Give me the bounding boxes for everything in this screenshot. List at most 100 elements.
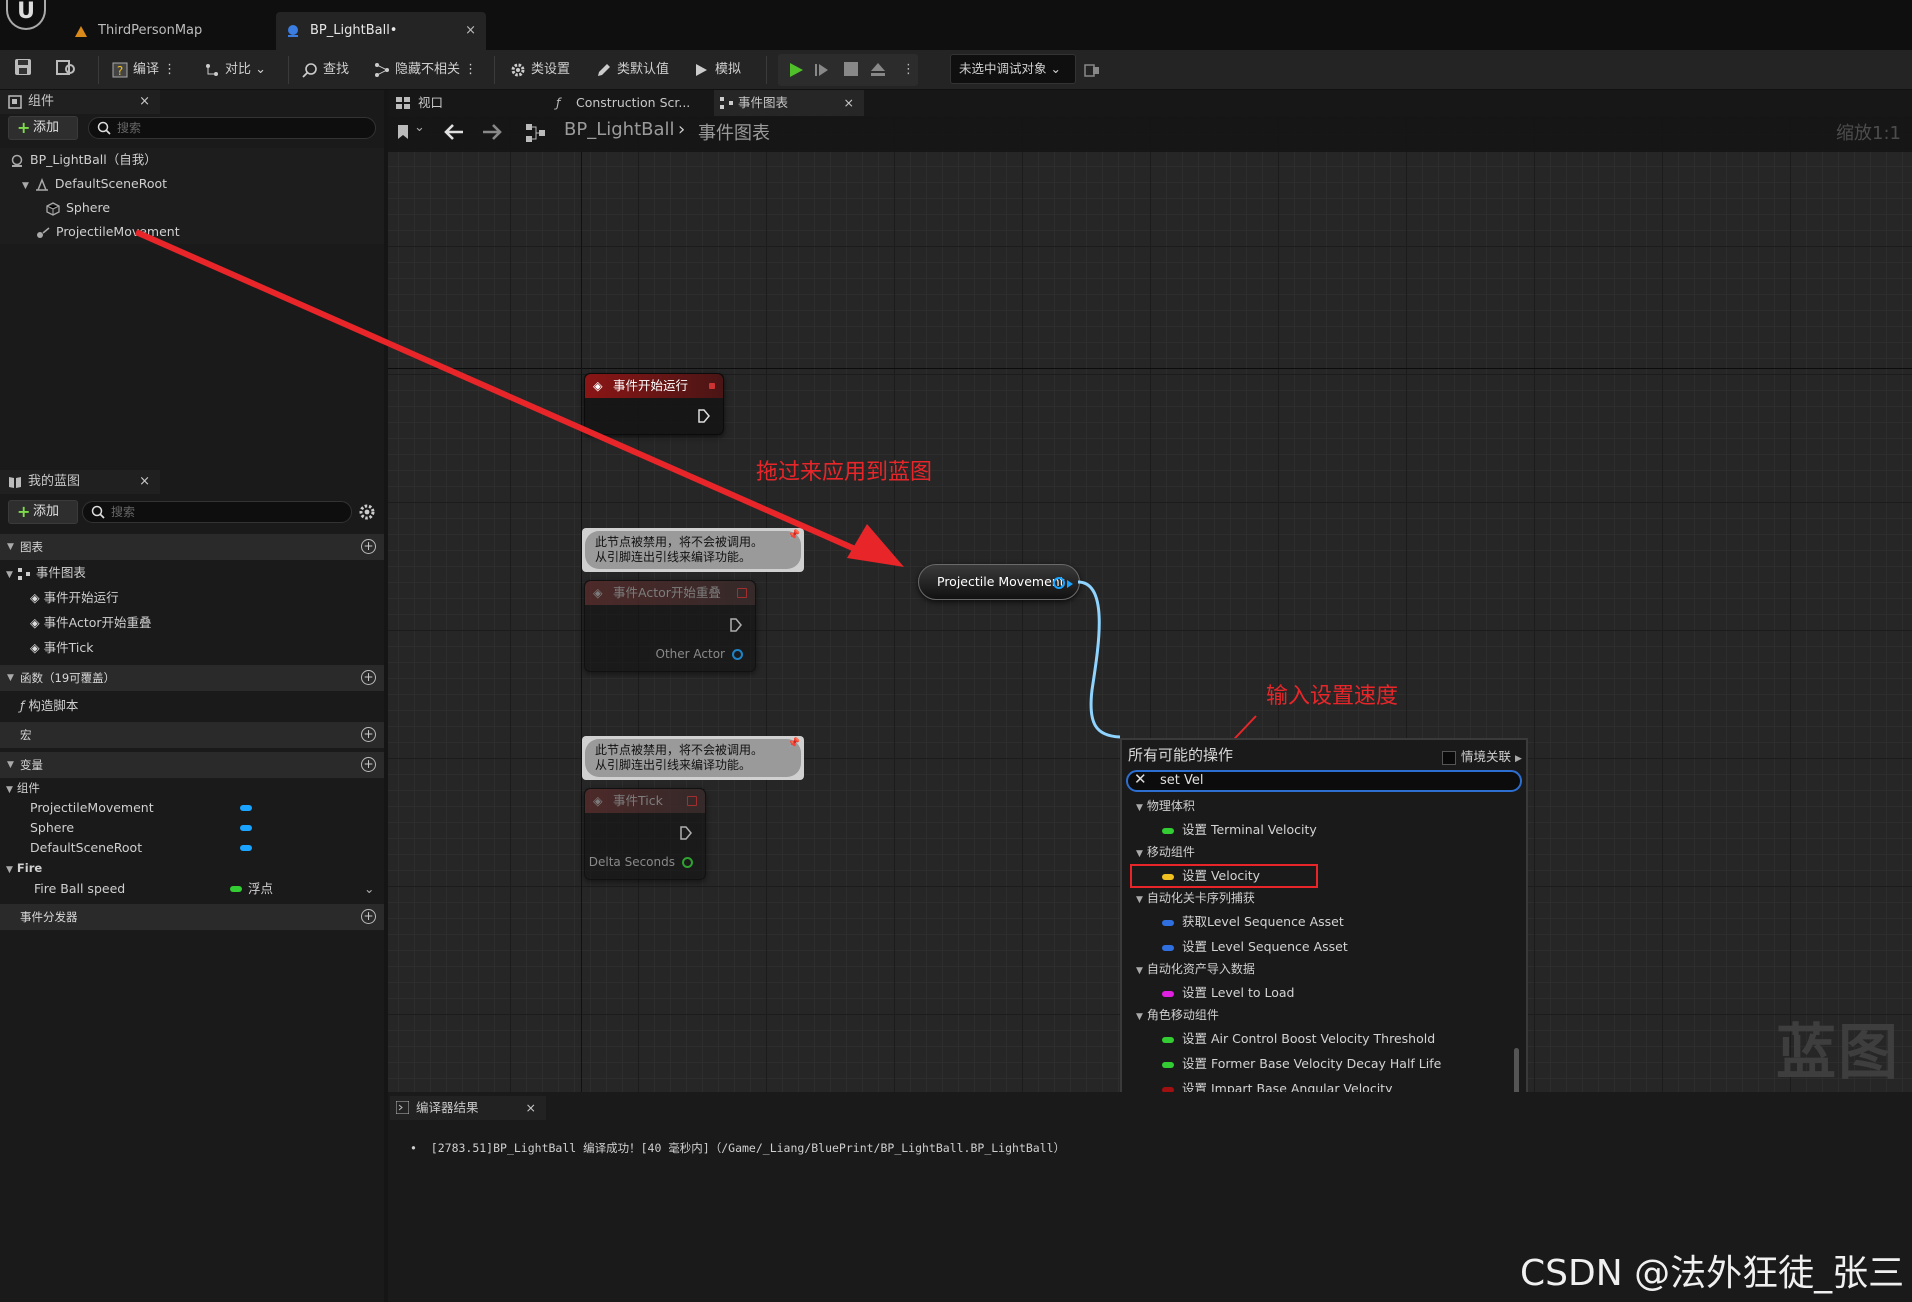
action-item[interactable]: 获取Level Sequence Asset	[1162, 909, 1344, 934]
delegate-pin-icon[interactable]	[687, 796, 697, 806]
add-macro-icon[interactable]: +	[361, 727, 376, 742]
float-pin-icon[interactable]	[682, 857, 693, 868]
save-icon[interactable]	[14, 58, 32, 76]
tab-construction-script[interactable]: ƒ Construction Scr...	[552, 90, 702, 116]
action-item[interactable]: 设置 Level Sequence Asset	[1162, 934, 1348, 959]
action-category[interactable]: ▼ 角色移动组件	[1136, 1005, 1219, 1026]
construction-script-item[interactable]: ƒ 构造脚本	[20, 694, 78, 718]
debug-target-dropdown[interactable]: 未选中调试对象 ⌄	[950, 54, 1076, 84]
compiler-results-tab[interactable]: 编译器结果 ×	[390, 1096, 546, 1120]
add-variable-icon[interactable]: +	[361, 757, 376, 772]
find-button[interactable]: 查找	[302, 50, 349, 90]
bookmark-icon[interactable]	[396, 124, 410, 140]
pin-icon[interactable]: 📌	[788, 530, 800, 541]
action-category[interactable]: ▼ 自动化关卡序列捕获	[1136, 888, 1255, 909]
object-output-pin-icon[interactable]	[1053, 577, 1065, 589]
hide-unrelated-button[interactable]: 隐藏不相关 ⋮	[374, 50, 477, 90]
back-arrow-icon[interactable]	[444, 124, 464, 140]
more-options-icon[interactable]: ⋮	[163, 62, 176, 77]
node-event-tick[interactable]: ◈ 事件Tick Delta Seconds	[584, 788, 706, 880]
stop-icon[interactable]	[844, 62, 858, 76]
tab-viewport[interactable]: 视口	[394, 90, 534, 116]
tree-item-sphere[interactable]: Sphere	[46, 196, 110, 220]
add-function-icon[interactable]: +	[361, 670, 376, 685]
action-category[interactable]: ▼ 物理体积	[1136, 796, 1195, 817]
object-pin-icon[interactable]	[732, 649, 743, 660]
tab-event-graph[interactable]: 事件图表 ×	[714, 90, 864, 116]
clear-search-icon[interactable]: ✕	[1134, 770, 1147, 788]
step-icon[interactable]	[814, 62, 830, 78]
my-blueprint-tab[interactable]: 我的蓝图 ×	[0, 470, 160, 494]
action-item[interactable]: 设置 Terminal Velocity	[1162, 817, 1317, 842]
node-projectile-movement-getter[interactable]: Projectile Movement	[918, 564, 1080, 600]
delegate-pin-icon[interactable]	[709, 383, 715, 389]
add-graph-icon[interactable]: +	[361, 539, 376, 554]
class-defaults-button[interactable]: 类默认值	[596, 50, 669, 90]
context-sensitive-toggle[interactable]: 情境关联 ▶	[1442, 746, 1522, 765]
tab-third-person-map[interactable]: ThirdPersonMap	[64, 12, 274, 50]
event-graph-item[interactable]: ▼ 事件图表	[6, 561, 86, 585]
debug-filter-icon[interactable]	[1084, 62, 1100, 78]
expand-arrow-icon[interactable]: ▼	[6, 570, 13, 580]
exec-output-pin-icon[interactable]	[679, 825, 693, 841]
event-item-begin-play[interactable]: ◈ 事件开始运行	[30, 586, 119, 610]
variable-sphere[interactable]: Sphere	[30, 818, 252, 838]
node-event-begin-play[interactable]: ◈ 事件开始运行	[584, 373, 724, 435]
action-item[interactable]: 设置 Air Control Boost Velocity Threshold	[1162, 1026, 1435, 1051]
action-item[interactable]: 设置 Former Base Velocity Decay Half Life	[1162, 1051, 1441, 1076]
breadcrumb-root[interactable]: BP_LightBall	[564, 119, 675, 140]
close-tab-icon[interactable]: ×	[465, 12, 476, 50]
fire-category[interactable]: ▼ Fire	[6, 858, 42, 878]
more-options-icon[interactable]: ⋮	[464, 62, 477, 77]
tree-item-default-scene-root[interactable]: ▼ DefaultSceneRoot	[22, 172, 167, 196]
simulate-button[interactable]: 模拟	[694, 50, 741, 90]
expand-arrow-icon[interactable]: ▼	[22, 181, 29, 191]
close-panel-icon[interactable]: ×	[526, 1096, 536, 1120]
forward-arrow-icon[interactable]	[482, 124, 502, 140]
expand-arrow-icon[interactable]: ▼	[6, 865, 13, 875]
expand-arrow-icon[interactable]: ▼	[6, 785, 13, 795]
pin-icon[interactable]: 📌	[788, 738, 800, 749]
section-event-dispatchers[interactable]: 事件分发器 +	[0, 904, 384, 930]
play-icon[interactable]	[788, 62, 804, 78]
section-macros[interactable]: 宏 +	[0, 722, 384, 748]
diff-button[interactable]: 对比 ⌄	[204, 50, 266, 90]
exec-output-pin-icon[interactable]	[729, 617, 743, 633]
section-functions[interactable]: ▼ 函数（19可覆盖） +	[0, 665, 384, 691]
delegate-pin-icon[interactable]	[737, 588, 747, 598]
tree-item-bp-lightball[interactable]: BP_LightBall（自我）	[10, 148, 157, 172]
variable-default-scene-root[interactable]: DefaultSceneRoot	[30, 838, 252, 858]
chevron-down-icon[interactable]: ⌄	[364, 878, 374, 900]
event-item-tick[interactable]: ◈ 事件Tick	[30, 636, 93, 660]
compile-button[interactable]: ? 编译 ⋮	[112, 50, 176, 90]
close-tab-icon[interactable]: ×	[844, 90, 854, 116]
browse-icon[interactable]	[56, 58, 76, 76]
action-item[interactable]: 设置 Level to Load	[1162, 980, 1294, 1005]
components-search-input[interactable]: 搜索	[88, 117, 376, 139]
play-options-icon[interactable]: ⋮	[902, 50, 915, 90]
event-item-actor-overlap[interactable]: ◈ 事件Actor开始重叠	[30, 611, 152, 635]
action-category[interactable]: ▼ 自动化资产导入数据	[1136, 959, 1255, 980]
add-component-button[interactable]: + 添加	[8, 116, 78, 140]
gear-icon[interactable]	[358, 503, 376, 521]
tab-bp-lightball[interactable]: BP_LightBall• ×	[276, 12, 486, 50]
section-graphs[interactable]: ▼ 图表 +	[0, 534, 384, 560]
action-category[interactable]: ▼ 移动组件	[1136, 842, 1195, 863]
variable-projectile-movement[interactable]: ProjectileMovement	[30, 798, 252, 818]
my-blueprint-search-input[interactable]: 搜索	[82, 501, 352, 523]
node-event-actor-overlap[interactable]: ◈ 事件Actor开始重叠 Other Actor	[584, 580, 756, 672]
add-member-button[interactable]: + 添加	[8, 500, 78, 524]
eject-icon[interactable]	[870, 61, 886, 77]
close-panel-icon[interactable]: ×	[139, 470, 150, 494]
exec-output-pin-icon[interactable]	[697, 408, 711, 424]
chevron-down-icon[interactable]: ⌄	[414, 120, 425, 135]
class-settings-button[interactable]: 类设置	[510, 50, 570, 90]
tree-item-projectile-movement[interactable]: ProjectileMovement	[36, 220, 180, 244]
checkbox-icon[interactable]	[1442, 750, 1456, 765]
variable-fire-ball-speed[interactable]: Fire Ball speed 浮点 ⌄	[34, 878, 380, 900]
section-variables[interactable]: ▼ 变量 +	[0, 752, 384, 778]
action-search-input[interactable]: ✕ set Vel	[1126, 770, 1522, 792]
components-panel-tab[interactable]: 组件 ×	[0, 90, 160, 114]
components-category[interactable]: ▼ 组件	[6, 778, 40, 798]
close-panel-icon[interactable]: ×	[139, 90, 150, 114]
